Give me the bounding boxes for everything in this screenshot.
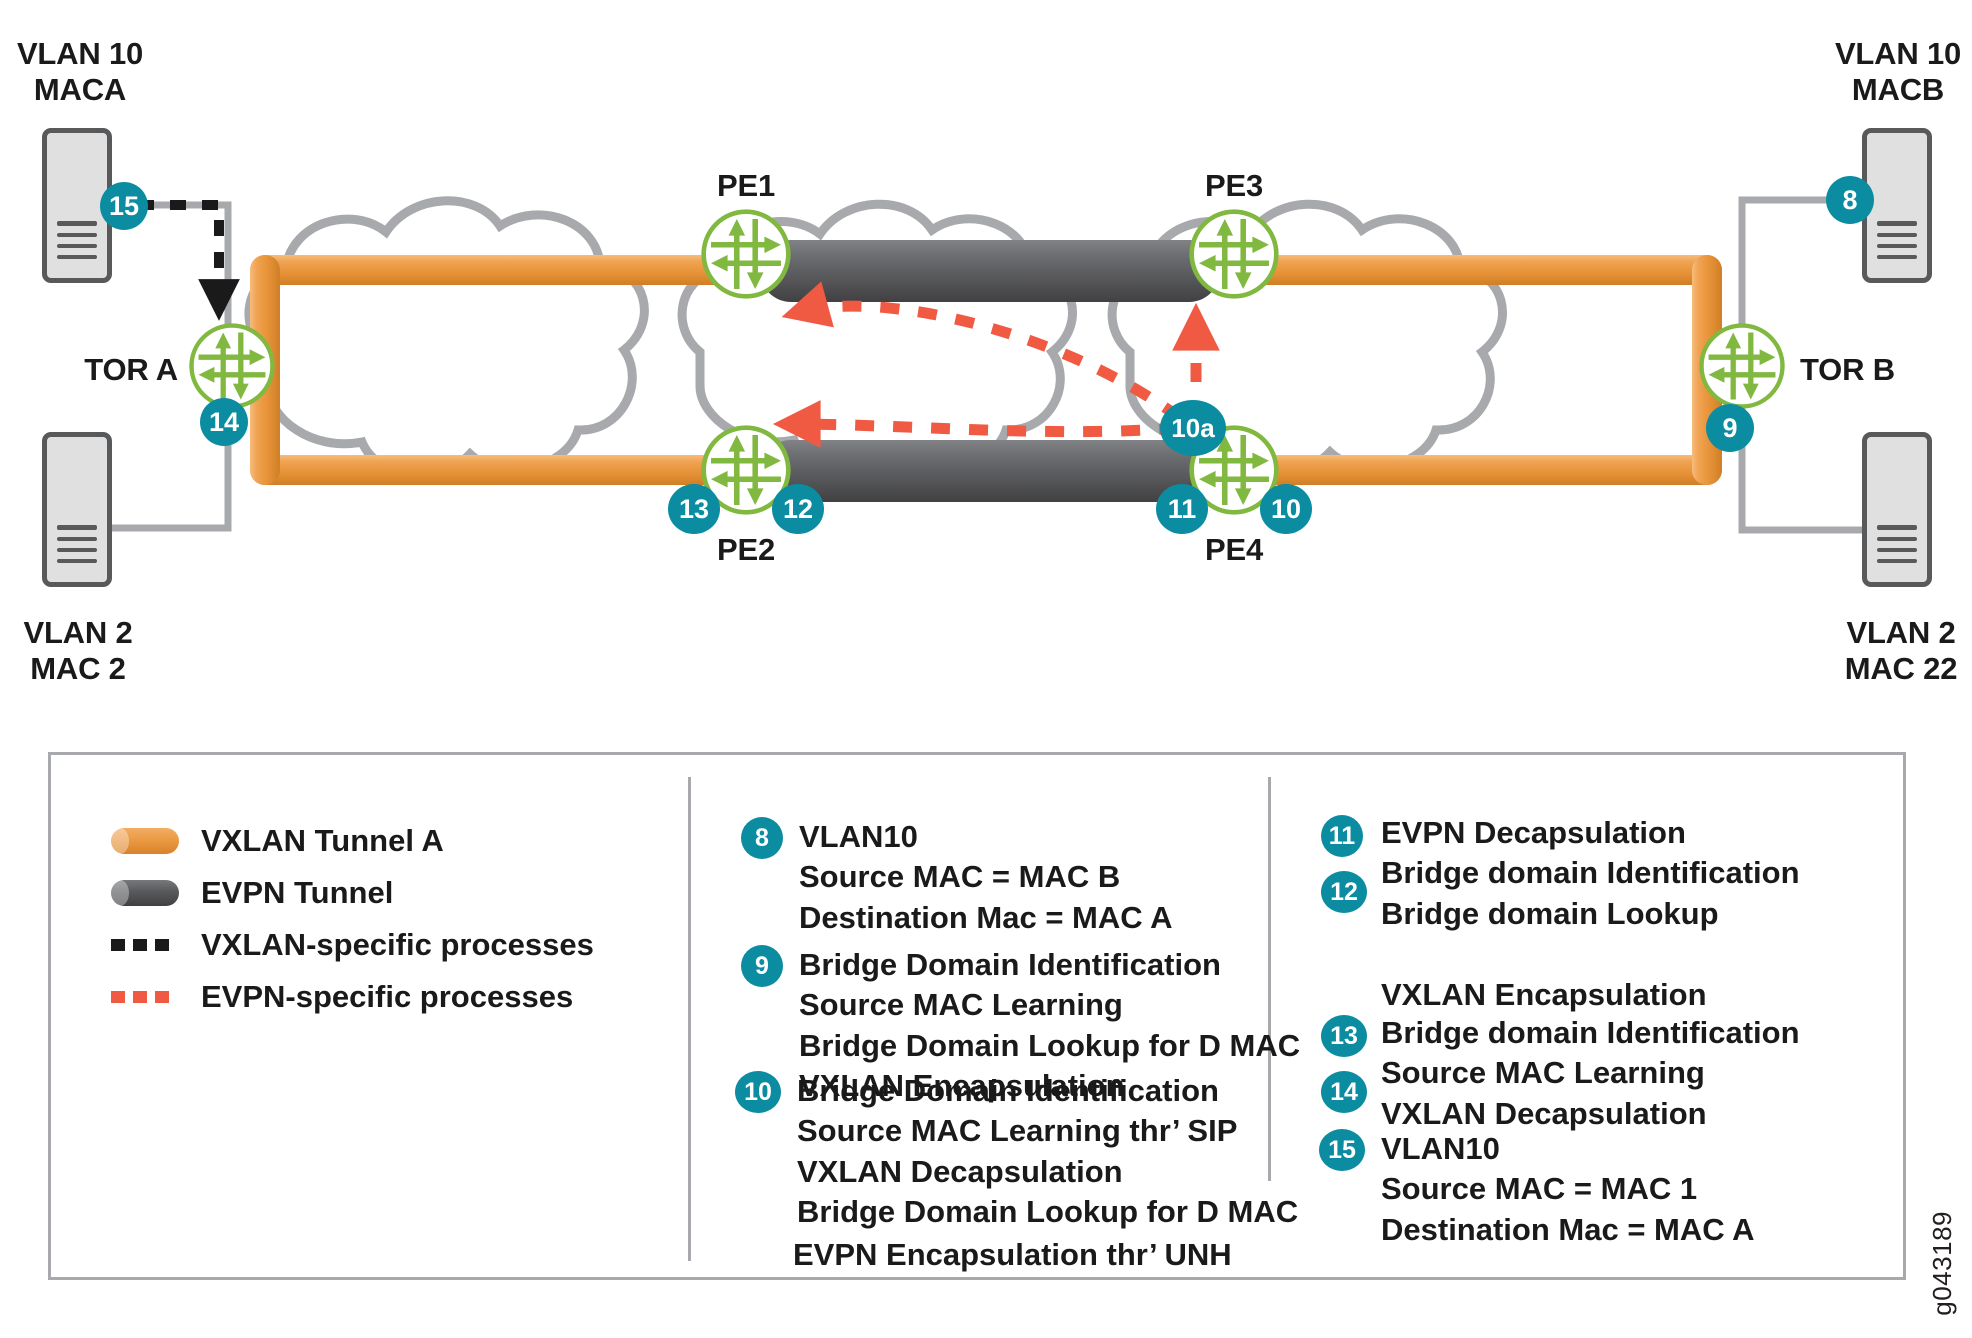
step-badge-10[interactable]: 10 bbox=[1260, 484, 1312, 534]
router-pe4-label: PE4 bbox=[1205, 532, 1263, 567]
vxlan-tunnel-swatch-icon bbox=[111, 828, 179, 854]
legend-divider-left bbox=[688, 777, 691, 1261]
server-vents bbox=[1876, 525, 1918, 564]
note-number-badge: 10 bbox=[735, 1071, 781, 1113]
note-text: EVPN Encapsulation thr’ UNH bbox=[793, 1235, 1232, 1275]
legend-key-evpn-processes: EVPN-specific processes bbox=[111, 979, 573, 1015]
note-line: VXLAN Decapsulation bbox=[797, 1153, 1123, 1189]
evpn-tunnel-swatch-icon bbox=[111, 880, 179, 906]
legend-note-13-14-text: Bridge domain Identification Source MAC … bbox=[1381, 1013, 1800, 1134]
legend-panel: VXLAN Tunnel A EVPN Tunnel VXLAN-specifi… bbox=[48, 752, 1906, 1280]
legend-key-vxlan-processes: VXLAN-specific processes bbox=[111, 927, 594, 963]
note-line: Source MAC = MAC 1 bbox=[1381, 1171, 1698, 1207]
legend-note-vxlan-encap-text: VXLAN Encapsulation bbox=[1381, 977, 1707, 1013]
figure-id-watermark: g043189 bbox=[1927, 1211, 1957, 1316]
host-mac22-label-line2: MAC 22 bbox=[1844, 651, 1958, 686]
note-line: Source MAC = MAC B bbox=[799, 859, 1121, 895]
red-dashed-line-icon bbox=[111, 991, 179, 1003]
router-tor-a-label: TOR A bbox=[84, 352, 178, 387]
legend-key-label: EVPN Tunnel bbox=[201, 875, 394, 910]
note-line: VLAN10 bbox=[1381, 1131, 1500, 1166]
note-number-badge: 8 bbox=[741, 817, 783, 859]
host-mac2-label-line1: VLAN 2 bbox=[23, 615, 133, 650]
router-tor-b-label: TOR B bbox=[1800, 352, 1895, 387]
note-number-badge: 14 bbox=[1321, 1071, 1367, 1113]
legend-note-15: 15 VLAN10 Source MAC = MAC 1 Destination… bbox=[1319, 1129, 1754, 1250]
legend-note-10: 10 Bridge Domain Identification Source M… bbox=[735, 1071, 1298, 1232]
legend-note-13-14-badges: 13 14 bbox=[1321, 1015, 1367, 1113]
note-number-badge: 9 bbox=[741, 945, 783, 987]
host-mac2-server bbox=[42, 432, 112, 587]
server-vents bbox=[1876, 221, 1918, 260]
host-macb-label-line2: MACB bbox=[1851, 72, 1945, 107]
legend-key-evpn-tunnel: EVPN Tunnel bbox=[111, 875, 393, 911]
step-badge-15[interactable]: 15 bbox=[100, 182, 148, 230]
legend-key-label: VXLAN Tunnel A bbox=[201, 823, 444, 858]
step-badge-12[interactable]: 12 bbox=[772, 484, 824, 534]
note-line: Source MAC Learning bbox=[1381, 1055, 1705, 1091]
note-line: Source MAC Learning thr’ SIP bbox=[797, 1113, 1238, 1149]
step-badge-14[interactable]: 14 bbox=[200, 398, 248, 446]
server-vents bbox=[56, 525, 98, 564]
router-pe2-label: PE2 bbox=[717, 532, 775, 567]
step-badge-13[interactable]: 13 bbox=[668, 484, 720, 534]
note-line: Bridge domain Identification bbox=[1381, 1015, 1800, 1050]
note-number-badge: 15 bbox=[1319, 1129, 1365, 1171]
host-mac2-label-line2: MAC 2 bbox=[30, 651, 126, 686]
host-mac22-label-line1: VLAN 2 bbox=[1846, 615, 1956, 650]
router-pe1[interactable] bbox=[700, 208, 792, 300]
router-tor-b[interactable] bbox=[1698, 322, 1786, 410]
server-vents bbox=[56, 221, 98, 260]
host-maca-label-line1: VLAN 10 bbox=[16, 36, 144, 71]
legend-note-8: 8 VLAN10 Source MAC = MAC B Destination … bbox=[741, 817, 1172, 938]
legend-key-label: EVPN-specific processes bbox=[201, 979, 574, 1014]
note-line: Destination Mac = MAC A bbox=[799, 899, 1173, 935]
note-line: VXLAN Decapsulation bbox=[1381, 1095, 1707, 1131]
note-line: EVPN Encapsulation thr’ UNH bbox=[793, 1237, 1232, 1272]
step-badge-10a[interactable]: 10a bbox=[1160, 400, 1226, 456]
host-maca-label-line2: MACA bbox=[33, 72, 127, 107]
vxlan-process-arrow bbox=[138, 200, 240, 321]
evpn-tunnels bbox=[760, 240, 1220, 502]
note-line: Bridge Domain Lookup for D MAC bbox=[799, 1027, 1301, 1063]
legend-note-evpn-encap: EVPN Encapsulation thr’ UNH bbox=[735, 1235, 1232, 1275]
note-line: Bridge Domain Identification bbox=[797, 1073, 1219, 1108]
legend-note-11-12-text: EVPN Decapsulation Bridge domain Identif… bbox=[1381, 813, 1800, 934]
router-pe3-label: PE3 bbox=[1205, 168, 1263, 203]
note-number-badge: 11 bbox=[1321, 815, 1363, 857]
legend-key-label: VXLAN-specific processes bbox=[201, 927, 594, 962]
note-line: VLAN10 bbox=[799, 819, 918, 854]
note-line: Bridge Domain Identification bbox=[799, 947, 1221, 982]
step-badge-9[interactable]: 9 bbox=[1706, 404, 1754, 452]
note-line: Bridge domain Identification bbox=[1381, 855, 1800, 891]
step-badge-11[interactable]: 11 bbox=[1156, 484, 1208, 534]
note-line: Destination Mac = MAC A bbox=[1381, 1211, 1755, 1247]
router-pe3[interactable] bbox=[1188, 208, 1280, 300]
note-text: VLAN10 Source MAC = MAC 1 Destination Ma… bbox=[1381, 1129, 1754, 1250]
note-line: Bridge domain Lookup bbox=[1381, 895, 1719, 931]
router-pe1-label: PE1 bbox=[717, 168, 775, 203]
note-text: VLAN10 Source MAC = MAC B Destination Ma… bbox=[799, 817, 1172, 938]
black-dashed-line-icon bbox=[111, 939, 179, 951]
router-tor-a[interactable] bbox=[188, 322, 276, 410]
host-macb-label-line1: VLAN 10 bbox=[1834, 36, 1962, 71]
note-line: Bridge Domain Lookup for D MAC bbox=[797, 1193, 1299, 1229]
step-badge-8[interactable]: 8 bbox=[1826, 176, 1874, 224]
note-line: VXLAN Encapsulation bbox=[1381, 977, 1707, 1012]
note-number-badge: 13 bbox=[1321, 1015, 1367, 1057]
legend-note-11-12-badges: 11 12 bbox=[1321, 815, 1367, 913]
host-mac22-server bbox=[1862, 432, 1932, 587]
note-line: EVPN Decapsulation bbox=[1381, 815, 1686, 850]
network-diagram-canvas: VLAN 10 MACA VLAN 2 MAC 2 VLAN 10 MACB V… bbox=[0, 0, 1972, 1338]
note-number-badge: 12 bbox=[1321, 871, 1367, 913]
note-text: Bridge Domain Identification Source MAC … bbox=[797, 1071, 1298, 1232]
note-line: Source MAC Learning bbox=[799, 987, 1123, 1023]
legend-key-vxlan-tunnel: VXLAN Tunnel A bbox=[111, 823, 444, 859]
